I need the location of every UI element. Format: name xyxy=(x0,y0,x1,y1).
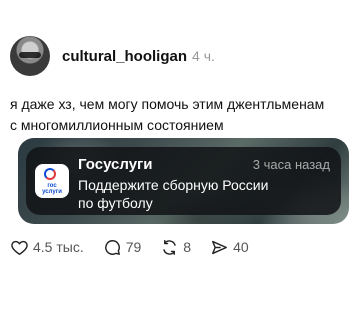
comment-count: 79 xyxy=(125,239,142,255)
gosuslugi-logo-icon xyxy=(42,167,62,182)
push-notification: гос услуги Госуслуги 3 часа назад Поддер… xyxy=(26,147,341,215)
send-icon xyxy=(212,240,228,254)
comment-icon xyxy=(104,239,120,255)
post-time: 4 ч. xyxy=(192,47,215,64)
notification-body: Поддержите сборную России по футболу xyxy=(78,177,269,211)
action-bar: 4.5 тыс. 79 8 40 xyxy=(10,237,268,257)
notification-time: 3 часа назад xyxy=(252,157,330,172)
repost-icon xyxy=(163,239,177,255)
post-text: я даже хз, чем могу помочь этим джентльм… xyxy=(10,96,325,133)
comment-button[interactable]: 79 xyxy=(103,238,142,257)
gosuslugi-app-icon: гос услуги xyxy=(35,164,69,198)
post-header: cultural_hooligan 4 ч. xyxy=(10,36,215,76)
share-button[interactable]: 40 xyxy=(210,238,249,257)
like-count: 4.5 тыс. xyxy=(33,239,84,255)
share-count: 40 xyxy=(233,239,249,255)
username[interactable]: cultural_hooligan xyxy=(62,48,187,65)
post: cultural_hooligan 4 ч. я даже хз, чем мо… xyxy=(0,0,360,312)
post-meta: cultural_hooligan 4 ч. xyxy=(62,48,215,65)
app-icon-label: гос услуги xyxy=(42,182,62,195)
repost-count: 8 xyxy=(183,239,192,255)
notification-app-name: Госуслуги xyxy=(78,156,153,173)
heart-icon xyxy=(11,240,28,255)
repost-button[interactable]: 8 xyxy=(160,238,191,257)
avatar[interactable] xyxy=(10,36,50,76)
attached-image[interactable]: гос услуги Госуслуги 3 часа назад Поддер… xyxy=(18,138,349,224)
like-button[interactable]: 4.5 тыс. xyxy=(10,238,84,257)
